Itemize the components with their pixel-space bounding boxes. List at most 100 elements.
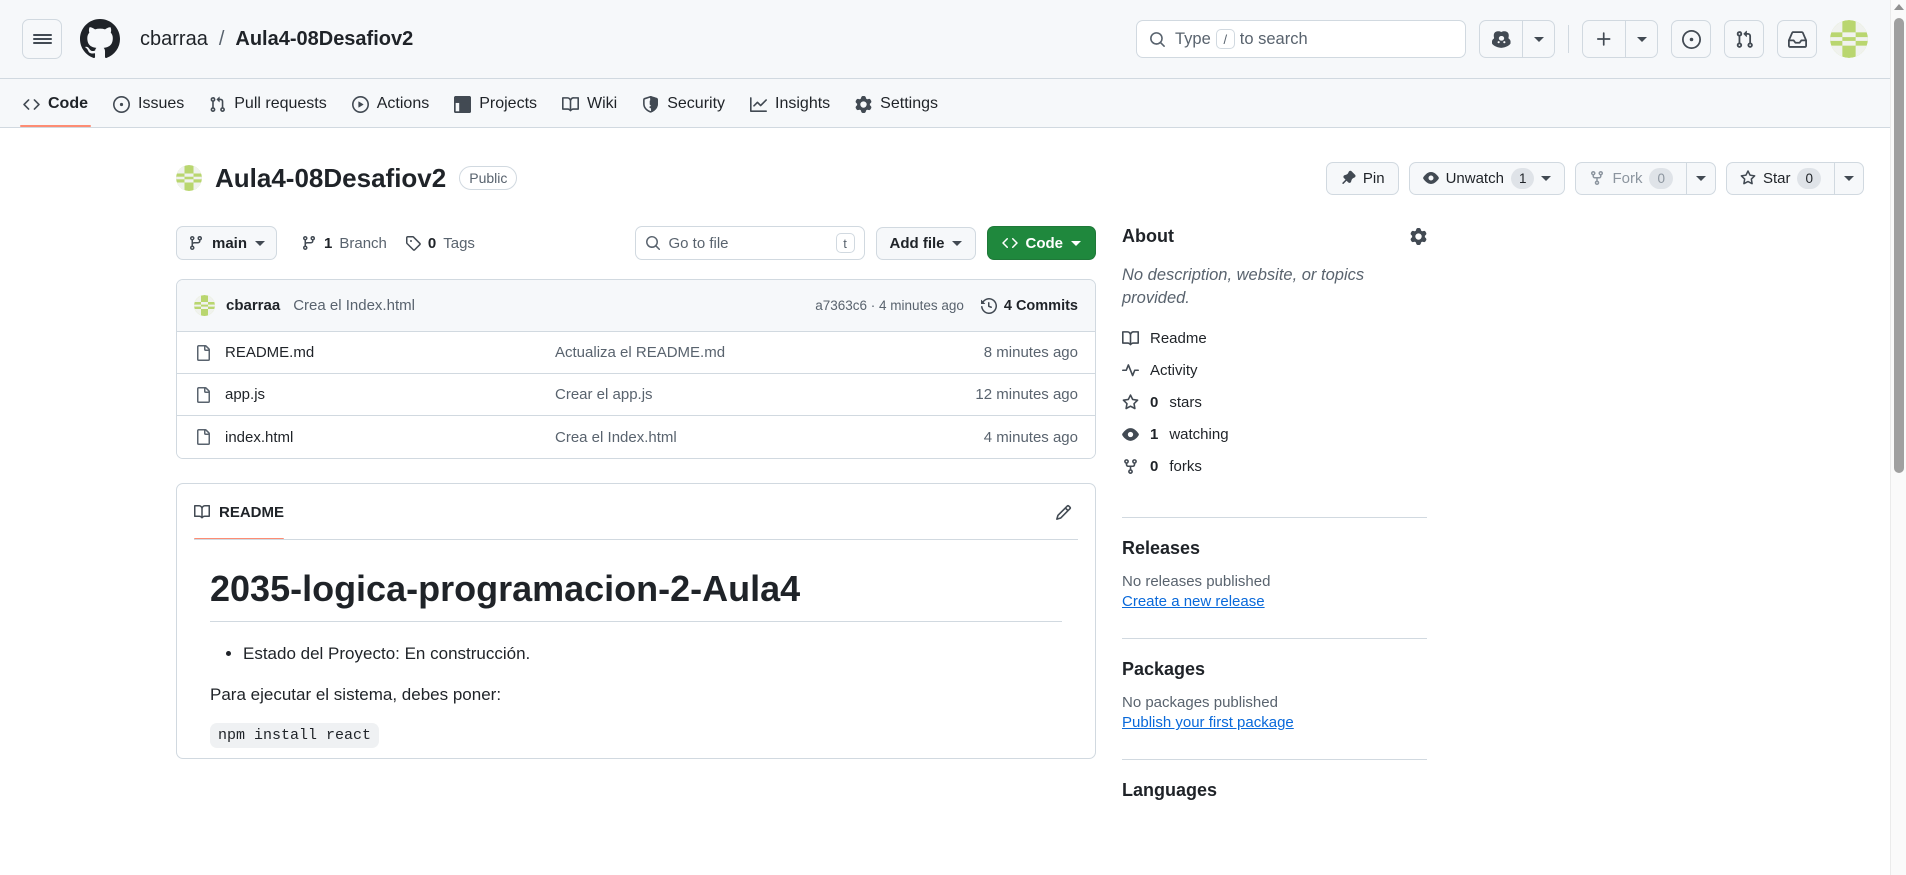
issues-nav-icon[interactable] (1671, 20, 1711, 58)
table-row[interactable]: app.js Crear el app.js 12 minutes ago (177, 374, 1095, 416)
sidebar-divider (1122, 638, 1427, 640)
pin-label: Pin (1362, 169, 1385, 187)
plus-icon[interactable] (1583, 21, 1625, 57)
tag-count: 0 (427, 234, 437, 252)
commits-count-label: 4 Commits (1003, 297, 1078, 314)
tab-settings-label: Settings (880, 95, 938, 112)
publish-package-link[interactable]: Publish your first package (1122, 714, 1294, 731)
fork-button[interactable]: Fork 0 (1575, 161, 1686, 195)
copilot-button-group[interactable] (1479, 20, 1555, 58)
tab-actions[interactable]: Actions (341, 81, 440, 127)
tab-issues[interactable]: Issues (102, 81, 195, 127)
create-new-button-group[interactable] (1582, 20, 1658, 58)
scrollbar-thumb[interactable] (1894, 18, 1904, 473)
packages-section: Packages No packages published Publish y… (1122, 659, 1427, 739)
breadcrumb-repo[interactable]: Aula4-08Desafiov2 (235, 28, 413, 51)
commits-count-link[interactable]: 4 Commits (980, 297, 1078, 314)
code-button[interactable]: Code (986, 226, 1096, 260)
tab-insights-label: Insights (775, 95, 831, 112)
eye-icon (1122, 428, 1139, 442)
code-icon (1001, 238, 1018, 248)
commit-author-name[interactable]: cbarraa (226, 297, 280, 314)
branch-name: main (212, 234, 248, 252)
git-pull-request-icon (210, 96, 226, 112)
page-title[interactable]: Aula4-08Desafiov2 (215, 163, 446, 194)
star-dropdown-toggle[interactable] (1834, 161, 1864, 195)
branch-count-link[interactable]: 1 Branch (301, 235, 387, 252)
sidebar-item-readme[interactable]: Readme (1122, 330, 1427, 347)
tab-settings[interactable]: Settings (844, 81, 949, 127)
commit-message[interactable]: Crea el Index.html (293, 297, 415, 314)
breadcrumb-separator: / (218, 27, 225, 50)
scroll-up-arrow-icon[interactable] (1893, 4, 1904, 10)
about-settings-gear-icon[interactable] (1410, 228, 1427, 245)
notifications-inbox-icon[interactable] (1777, 20, 1817, 58)
tab-pull-requests[interactable]: Pull requests (198, 81, 338, 127)
table-row[interactable]: index.html Crea el Index.html 4 minutes … (177, 416, 1095, 458)
sidebar-item-stars[interactable]: 0 stars (1122, 394, 1427, 411)
pulse-icon (1122, 364, 1139, 377)
file-name[interactable]: README.md (225, 344, 555, 361)
tag-count-label: Tags (443, 234, 475, 252)
create-release-link[interactable]: Create a new release (1122, 593, 1265, 610)
file-name[interactable]: index.html (225, 429, 555, 446)
readme-tab[interactable]: README (194, 485, 285, 540)
copilot-dropdown-toggle[interactable] (1522, 21, 1554, 57)
branch-selector[interactable]: main (176, 226, 278, 260)
file-commit-message[interactable]: Crear el app.js (555, 386, 975, 403)
tag-count-link[interactable]: 0 Tags (405, 235, 475, 252)
chevron-down-icon (1071, 240, 1081, 246)
page-scrollbar[interactable] (1890, 0, 1906, 875)
tab-projects[interactable]: Projects (443, 81, 548, 127)
watch-button[interactable]: Unwatch 1 (1408, 161, 1566, 195)
global-header: cbarraa / Aula4-08Desafiov2 Type / to se… (0, 0, 1890, 79)
tab-code[interactable]: Code (12, 81, 99, 127)
main-column: main 1 Branch 0 Tags Go to file t Add fi… (176, 226, 1096, 822)
copilot-icon[interactable] (1480, 21, 1522, 57)
search-icon (645, 236, 660, 251)
pin-button[interactable]: Pin (1325, 161, 1399, 195)
visibility-badge: Public (459, 166, 518, 190)
readme-paragraph: Para ejecutar el sistema, debes poner: (210, 685, 502, 705)
pull-requests-nav-icon[interactable] (1724, 20, 1764, 58)
commit-author-avatar[interactable] (194, 295, 215, 316)
chevron-down-icon (951, 240, 962, 246)
commit-sha-and-time[interactable]: a7363c6 · 4 minutes ago (815, 298, 964, 313)
create-new-dropdown-toggle[interactable] (1625, 21, 1657, 57)
search-placeholder: Type / to search (1175, 29, 1308, 49)
sidebar-item-watching[interactable]: 1 watching (1122, 426, 1427, 443)
tab-wiki-label: Wiki (587, 95, 618, 112)
tag-icon (405, 236, 421, 251)
breadcrumb-owner[interactable]: cbarraa (140, 28, 208, 51)
search-input[interactable]: Type / to search (1136, 20, 1466, 58)
readme-code-snippet: npm install react (210, 723, 380, 749)
github-mark-icon[interactable] (80, 19, 120, 59)
user-avatar[interactable] (1830, 20, 1868, 58)
repository-owner-avatar[interactable] (176, 165, 202, 191)
file-commit-message[interactable]: Actualiza el README.md (555, 344, 984, 361)
add-file-button[interactable]: Add file (875, 226, 976, 260)
readme-bullet-list: Estado del Proyecto: En construcción. (210, 640, 1062, 667)
table-row[interactable]: README.md Actualiza el README.md 8 minut… (177, 332, 1095, 374)
chevron-down-icon[interactable] (1541, 175, 1552, 181)
star-button-group: Star 0 (1725, 161, 1864, 195)
branch-count-label: Branch (339, 234, 387, 252)
edit-readme-button[interactable] (1048, 497, 1078, 527)
sidebar-item-forks[interactable]: 0 forks (1122, 458, 1427, 475)
sidebar-divider (1122, 517, 1427, 519)
star-button[interactable]: Star 0 (1725, 161, 1834, 195)
tab-security[interactable]: Security (631, 81, 736, 127)
tab-insights[interactable]: Insights (739, 81, 841, 127)
go-to-file-input[interactable]: Go to file t (634, 226, 865, 260)
sidebar-item-activity[interactable]: Activity (1122, 362, 1427, 379)
book-icon (562, 96, 580, 111)
repository-body: main 1 Branch 0 Tags Go to file t Add fi… (0, 202, 1890, 822)
tab-wiki[interactable]: Wiki (551, 81, 628, 127)
fork-label: Fork (1612, 169, 1643, 187)
fork-dropdown-toggle[interactable] (1685, 161, 1716, 195)
about-section: About No description, website, or topics… (1122, 226, 1427, 497)
file-name[interactable]: app.js (225, 386, 555, 403)
file-commit-message[interactable]: Crea el Index.html (555, 429, 984, 446)
hamburger-menu-icon[interactable] (22, 19, 62, 59)
eye-icon (1422, 172, 1439, 184)
